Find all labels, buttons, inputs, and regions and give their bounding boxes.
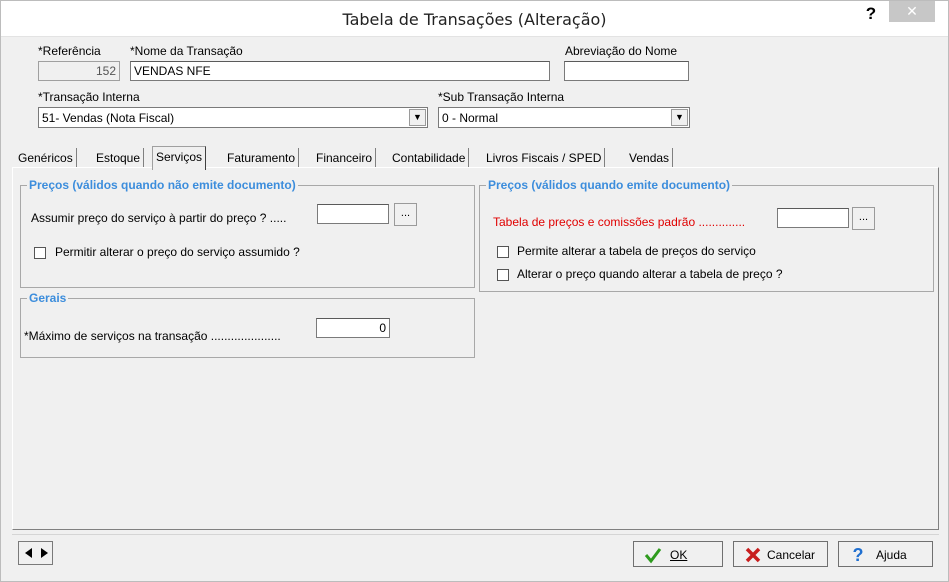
alterar-preco-label: Alterar o preço quando alterar a tabela … xyxy=(517,267,783,281)
assumir-preco-label: Assumir preço do serviço à partir do pre… xyxy=(31,211,287,225)
abreviacao-field[interactable] xyxy=(564,61,689,81)
title-bar: Tabela de Transações (Alteração) ? ✕ xyxy=(1,1,948,37)
cancelar-button[interactable]: Cancelar xyxy=(733,541,828,567)
dialog-window: Tabela de Transações (Alteração) ? ✕ *Re… xyxy=(0,0,949,582)
referencia-label: *Referência xyxy=(38,44,101,58)
ok-button[interactable]: OK xyxy=(633,541,723,567)
group-precos-com-documento: Preços (válidos quando emite documento) … xyxy=(479,178,934,292)
ajuda-button[interactable]: ? Ajuda xyxy=(838,541,933,567)
tab-vendas[interactable]: Vendas xyxy=(626,148,674,168)
tab-estoque[interactable]: Estoque xyxy=(93,148,145,168)
group-gerais: Gerais *Máximo de serviços na transação … xyxy=(20,291,475,358)
permite-alterar-tabela-label: Permite alterar a tabela de preços do se… xyxy=(517,244,756,258)
chevron-down-icon[interactable]: ▼ xyxy=(409,109,426,126)
check-icon xyxy=(644,548,662,564)
abreviacao-label: Abreviação do Nome xyxy=(565,44,678,58)
cancel-x-icon xyxy=(745,547,761,563)
group-title: Preços (válidos quando não emite documen… xyxy=(27,178,298,192)
tabela-precos-field[interactable] xyxy=(777,208,849,228)
bottom-toolbar: OK Cancelar ? Ajuda xyxy=(12,534,939,572)
tab-contabilidade[interactable]: Contabilidade xyxy=(389,148,470,168)
assumir-preco-field[interactable] xyxy=(317,204,389,224)
transacao-interna-label: *Transação Interna xyxy=(38,90,140,104)
nome-transacao-field[interactable]: VENDAS NFE xyxy=(130,61,550,81)
nome-label: *Nome da Transação xyxy=(130,44,243,58)
group-precos-sem-documento: Preços (válidos quando não emite documen… xyxy=(20,178,475,288)
navigation-buttons xyxy=(18,541,53,565)
group-title: Preços (válidos quando emite documento) xyxy=(486,178,733,192)
group-title: Gerais xyxy=(27,291,69,305)
tab-servicos[interactable]: Serviços xyxy=(152,146,207,170)
help-icon[interactable]: ? xyxy=(859,4,883,28)
tab-livros-fiscais[interactable]: Livros Fiscais / SPED xyxy=(483,148,606,168)
tabela-precos-lookup-button[interactable]: ... xyxy=(852,207,875,230)
alterar-preco-checkbox[interactable] xyxy=(497,269,509,281)
ajuda-label: Ajuda xyxy=(876,548,907,562)
permite-alterar-tabela-checkbox[interactable] xyxy=(497,246,509,258)
ok-label: OK xyxy=(670,548,688,562)
sub-transacao-label: *Sub Transação Interna xyxy=(438,90,565,104)
assumir-preco-lookup-button[interactable]: ... xyxy=(394,203,417,226)
transacao-interna-select[interactable]: 51- Vendas (Nota Fiscal) ▼ xyxy=(38,107,428,128)
next-icon[interactable] xyxy=(37,546,51,560)
tab-faturamento[interactable]: Faturamento xyxy=(224,148,300,168)
transacao-interna-value: 51- Vendas (Nota Fiscal) xyxy=(42,111,175,125)
tab-genericos[interactable]: Genéricos xyxy=(15,148,77,168)
tabela-precos-label: Tabela de preços e comissões padrão ....… xyxy=(493,215,746,229)
permitir-alterar-label: Permitir alterar o preço do serviço assu… xyxy=(55,245,300,259)
previous-icon[interactable] xyxy=(22,546,36,560)
permitir-alterar-checkbox[interactable] xyxy=(34,247,46,259)
sub-transacao-select[interactable]: 0 - Normal ▼ xyxy=(438,107,690,128)
close-icon[interactable]: ✕ xyxy=(889,1,935,22)
maximo-servicos-label: *Máximo de serviços na transação .......… xyxy=(24,329,281,343)
sub-transacao-value: 0 - Normal xyxy=(442,111,499,125)
window-title: Tabela de Transações (Alteração) xyxy=(342,10,607,29)
referencia-field: 152 xyxy=(38,61,120,81)
question-mark-icon: ? xyxy=(852,545,864,565)
cancelar-label: Cancelar xyxy=(767,548,816,562)
chevron-down-icon[interactable]: ▼ xyxy=(671,109,688,126)
tab-panel-servicos: Preços (válidos quando não emite documen… xyxy=(12,167,939,530)
tab-financeiro[interactable]: Financeiro xyxy=(313,148,377,168)
maximo-servicos-field[interactable]: 0 xyxy=(316,318,390,338)
